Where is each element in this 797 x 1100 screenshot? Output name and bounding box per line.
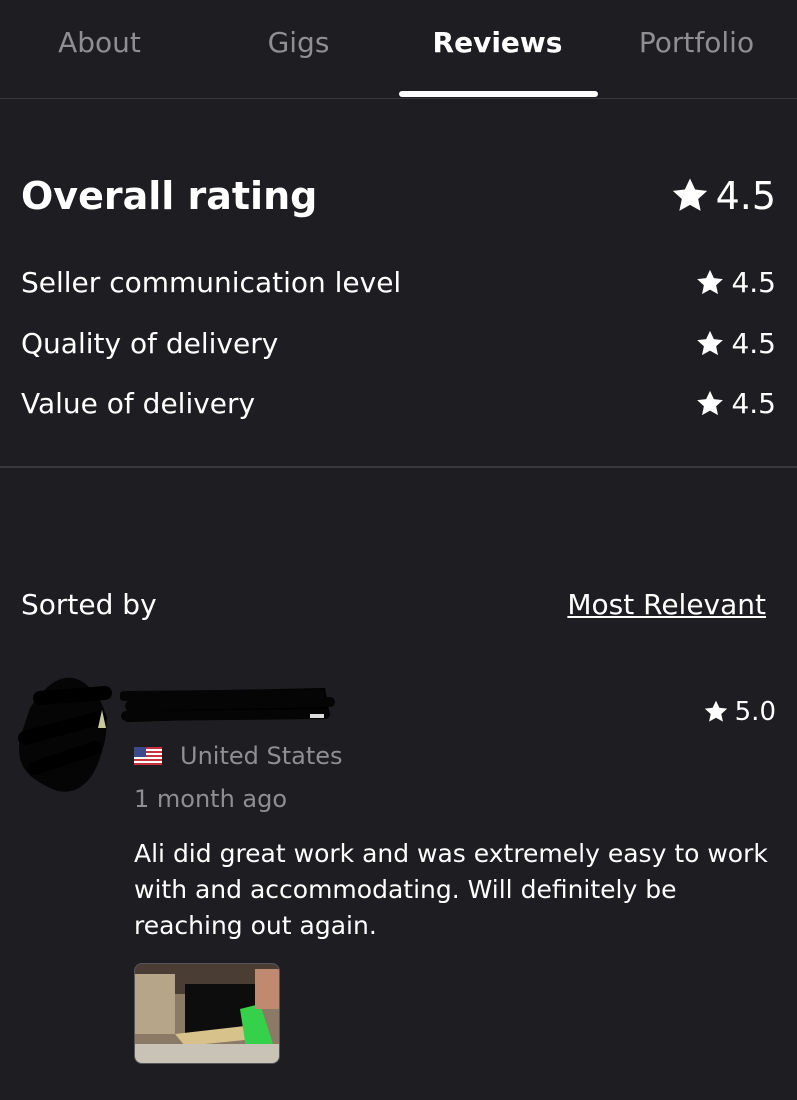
tab-bar: About Gigs Reviews Portfolio bbox=[0, 0, 797, 99]
review-time: 1 month ago bbox=[134, 785, 288, 813]
review-rating: 5.0 bbox=[703, 697, 776, 727]
review-rating-number: 5.0 bbox=[734, 697, 776, 727]
rating-row-value: Value of delivery 4.5 bbox=[21, 387, 776, 431]
rating-number: 4.5 bbox=[731, 327, 776, 360]
overall-rating-number: 4.5 bbox=[715, 174, 776, 218]
us-flag-icon bbox=[134, 747, 162, 765]
rating-number: 4.5 bbox=[731, 266, 776, 299]
overall-rating-label: Overall rating bbox=[21, 174, 318, 218]
rating-value: 4.5 bbox=[695, 266, 776, 299]
sorted-by-label: Sorted by bbox=[21, 588, 157, 621]
rating-label: Quality of delivery bbox=[21, 327, 279, 360]
tab-reviews[interactable]: Reviews bbox=[398, 26, 597, 59]
rating-value: 4.5 bbox=[695, 327, 776, 360]
star-icon bbox=[672, 178, 707, 211]
reviewer-name-redacted bbox=[120, 688, 335, 722]
rating-number: 4.5 bbox=[731, 387, 776, 420]
overall-rating-row: Overall rating 4.5 bbox=[21, 174, 776, 222]
section-divider bbox=[0, 466, 797, 468]
star-icon bbox=[704, 700, 727, 722]
star-icon bbox=[697, 269, 724, 294]
country-name: United States bbox=[180, 742, 343, 770]
rating-value: 4.5 bbox=[695, 387, 776, 420]
rating-label: Seller communication level bbox=[21, 266, 402, 299]
review-text: Ali did great work and was extremely eas… bbox=[134, 839, 768, 940]
tab-about[interactable]: About bbox=[0, 26, 199, 59]
sort-option-link[interactable]: Most Relevant bbox=[567, 588, 766, 621]
active-tab-indicator bbox=[399, 91, 598, 97]
attachment-image bbox=[135, 964, 279, 1063]
overall-rating-value: 4.5 bbox=[670, 174, 776, 218]
rating-label: Value of delivery bbox=[21, 387, 256, 420]
tab-gigs[interactable]: Gigs bbox=[199, 26, 398, 59]
review-attachment-thumbnail[interactable] bbox=[134, 963, 280, 1064]
star-icon bbox=[697, 330, 724, 355]
tab-portfolio[interactable]: Portfolio bbox=[597, 26, 796, 59]
reviewer-country: United States bbox=[134, 742, 343, 770]
rating-row-quality: Quality of delivery 4.5 bbox=[21, 327, 776, 371]
rating-row-communication: Seller communication level 4.5 bbox=[21, 266, 776, 310]
avatar bbox=[18, 677, 112, 792]
star-icon bbox=[697, 390, 724, 415]
